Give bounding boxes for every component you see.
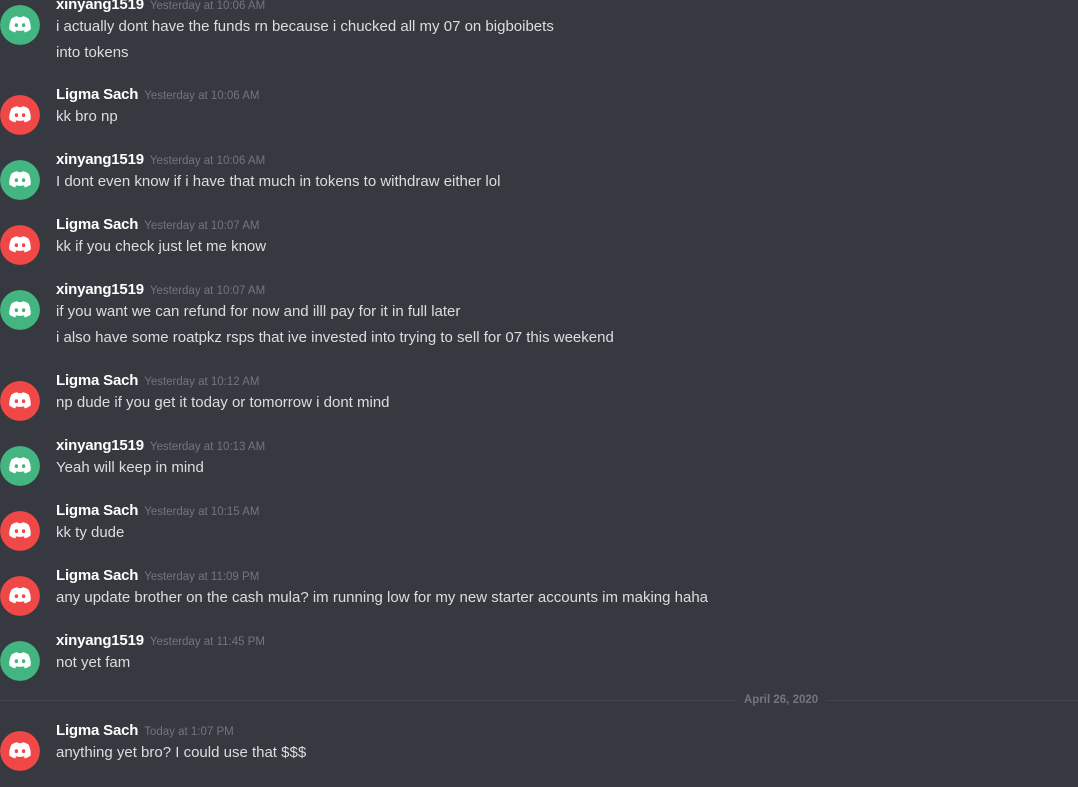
timestamp: Yesterday at 10:13 AM (149, 441, 266, 453)
timestamp: Yesterday at 10:06 AM (149, 0, 266, 12)
avatar[interactable] (0, 576, 40, 616)
message-text: np dude if you get it today or tomorrow … (56, 394, 390, 411)
timestamp: Yesterday at 10:06 AM (144, 90, 260, 102)
username[interactable]: xinyang1519 (56, 151, 144, 168)
username[interactable]: xinyang1519 (56, 632, 144, 649)
username[interactable]: Ligma Sach (56, 372, 138, 389)
discord-logo-icon (0, 576, 40, 616)
message-header: Ligma Sach Yesterday at 10:12 AM (56, 371, 260, 391)
discord-logo-icon (0, 5, 40, 45)
username[interactable]: Ligma Sach (56, 502, 138, 519)
discord-logo-icon (0, 511, 40, 551)
discord-logo-icon (0, 381, 40, 421)
timestamp: Yesterday at 10:06 AM (149, 155, 266, 167)
message-text: into tokens (56, 44, 129, 61)
message-header: xinyang1519 Yesterday at 10:06 AM (56, 150, 265, 170)
discord-logo-icon (0, 446, 40, 486)
username[interactable]: Ligma Sach (56, 216, 138, 233)
timestamp: Yesterday at 10:12 AM (144, 376, 260, 388)
timestamp: Yesterday at 10:07 AM (149, 285, 266, 297)
message-text: kk bro np (56, 108, 118, 125)
message-text: i also have some roatpkz rsps that ive i… (56, 329, 614, 346)
avatar[interactable] (0, 5, 40, 45)
message-header: Ligma Sach Yesterday at 10:07 AM (56, 215, 260, 235)
message-text: not yet fam (56, 654, 131, 671)
divider-line (0, 700, 1078, 701)
discord-logo-icon (0, 225, 40, 265)
avatar[interactable] (0, 731, 40, 771)
timestamp: Yesterday at 10:15 AM (144, 506, 260, 518)
timestamp: Yesterday at 10:07 AM (144, 220, 260, 232)
avatar[interactable] (0, 511, 40, 551)
message-header: Ligma Sach Yesterday at 10:15 AM (56, 501, 260, 521)
chat-messages[interactable]: xinyang1519 Yesterday at 10:06 AM i actual… (0, 0, 1078, 787)
timestamp: Today at 1:07 PM (144, 726, 234, 738)
timestamp: Yesterday at 11:09 PM (144, 571, 260, 583)
username[interactable]: xinyang1519 (56, 0, 144, 13)
message-header: Ligma Sach Today at 1:07 PM (56, 721, 234, 741)
avatar[interactable] (0, 225, 40, 265)
message-text: if you want we can refund for now and il… (56, 303, 461, 320)
message-header: Ligma Sach Yesterday at 10:06 AM (56, 85, 260, 105)
message-text: any update brother on the cash mula? im … (56, 589, 709, 606)
date-divider: April 26, 2020 (0, 692, 1078, 708)
message-header: xinyang1519 Yesterday at 11:45 PM (56, 631, 265, 651)
message-header: xinyang1519 Yesterday at 10:13 AM (56, 436, 265, 456)
discord-logo-icon (0, 290, 40, 330)
message-header: Ligma Sach Yesterday at 11:09 PM (56, 566, 259, 586)
username[interactable]: Ligma Sach (56, 86, 138, 103)
date-divider-label: April 26, 2020 (736, 692, 827, 708)
message-text: kk if you check just let me know (56, 238, 267, 255)
avatar[interactable] (0, 290, 40, 330)
username[interactable]: Ligma Sach (56, 722, 138, 739)
message-text: anything yet bro? I could use that $$$ (56, 744, 307, 761)
message-header: xinyang1519 Yesterday at 10:07 AM (56, 280, 265, 300)
discord-logo-icon (0, 95, 40, 135)
username[interactable]: xinyang1519 (56, 437, 144, 454)
username[interactable]: Ligma Sach (56, 567, 138, 584)
timestamp: Yesterday at 11:45 PM (149, 636, 265, 648)
avatar[interactable] (0, 381, 40, 421)
discord-logo-icon (0, 731, 40, 771)
avatar[interactable] (0, 641, 40, 681)
avatar[interactable] (0, 160, 40, 200)
avatar[interactable] (0, 446, 40, 486)
message-header: xinyang1519 Yesterday at 10:06 AM (56, 0, 265, 15)
avatar[interactable] (0, 95, 40, 135)
username[interactable]: xinyang1519 (56, 281, 144, 298)
discord-logo-icon (0, 160, 40, 200)
message-text: Yeah will keep in mind (56, 459, 204, 476)
message-text: i actually dont have the funds rn becaus… (56, 18, 554, 35)
message-text: I dont even know if i have that much in … (56, 173, 501, 190)
message-text: kk ty dude (56, 524, 125, 541)
discord-logo-icon (0, 641, 40, 681)
